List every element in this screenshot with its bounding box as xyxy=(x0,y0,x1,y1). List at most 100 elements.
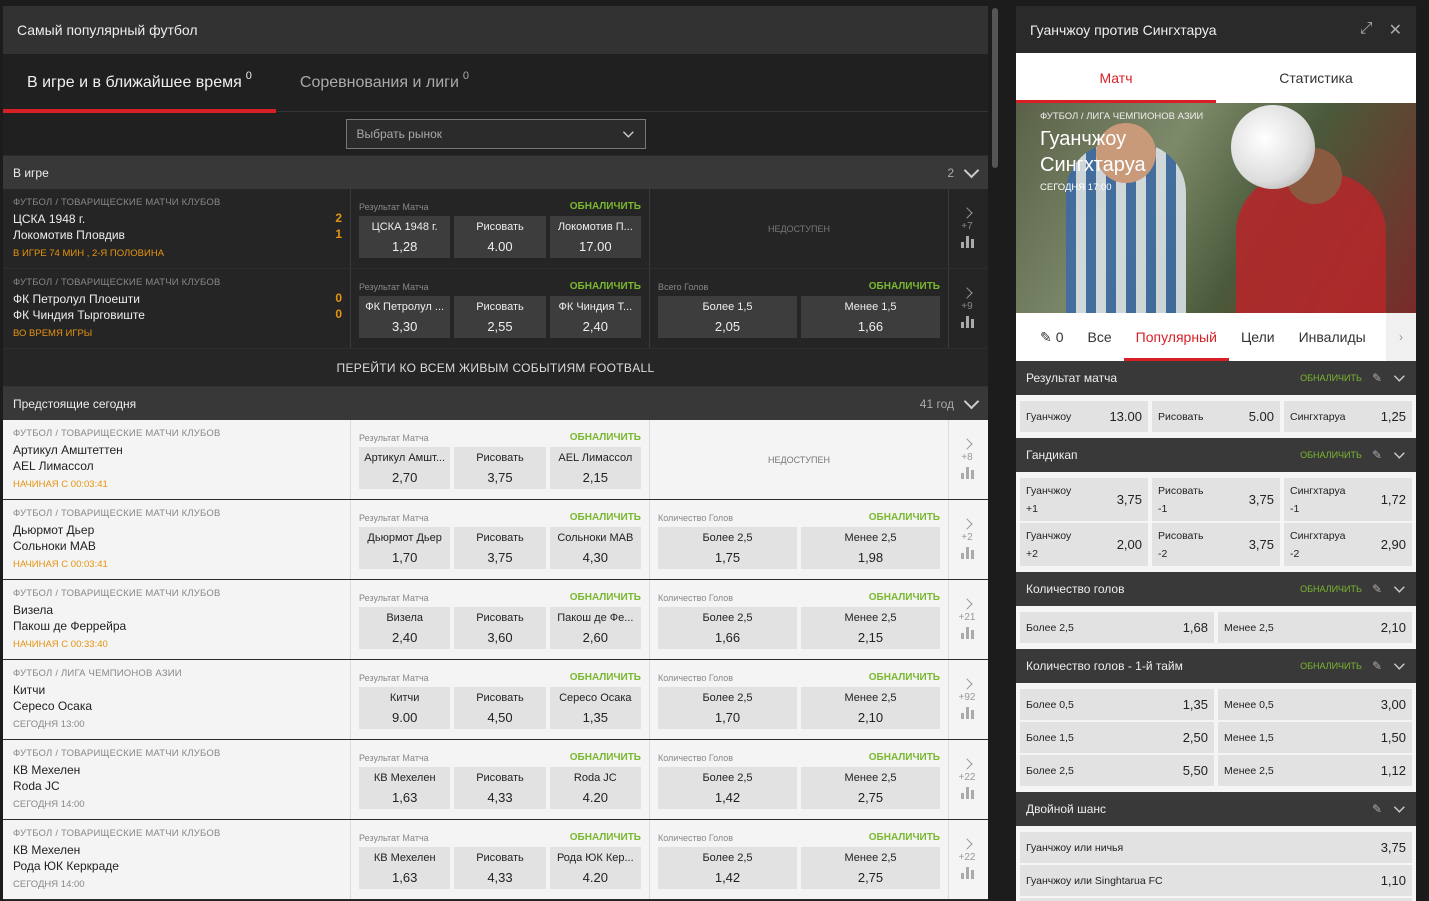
odds-button[interactable]: Более 2,5 1,42 xyxy=(658,847,797,889)
odds-button[interactable]: Менее 1,5 1,50 xyxy=(1218,722,1412,753)
stats-icon[interactable] xyxy=(960,236,974,248)
odds-button[interactable]: Рода ЮК Кер... 4.20 xyxy=(549,847,641,889)
odds-button[interactable]: Более 2,5 5,50 xyxy=(1020,755,1214,786)
event-info[interactable]: ФУТБОЛ / ТОВАРИЩЕСКИЕ МАТЧИ КЛУБОВ КВ Ме… xyxy=(3,820,351,899)
odds-button[interactable]: ФК Чиндия Т... 2,40 xyxy=(549,296,641,338)
event-info[interactable]: ФУТБОЛ / ЛИГА ЧЕМПИОНОВ АЗИИ Китчи Серес… xyxy=(3,660,351,739)
odds-button[interactable]: Пакош де Фе... 2,60 xyxy=(549,607,641,649)
odds-button[interactable]: Менее 2,5 2,10 xyxy=(1218,612,1412,643)
odds-button[interactable]: Более 2,5 1,68 xyxy=(1020,612,1214,643)
odds-button[interactable]: Гуанчжоу +1 3,75 xyxy=(1020,478,1148,521)
more-markets-button[interactable]: +22 xyxy=(949,820,985,899)
odds-button[interactable]: Артикул Амшт... 2,70 xyxy=(359,447,451,489)
more-markets-button[interactable]: +8 xyxy=(949,420,985,499)
tab-popular[interactable]: Популярный xyxy=(1123,313,1230,361)
odds-button[interactable]: Китчи 9.00 xyxy=(359,687,451,729)
odds-button[interactable]: Более 0,5 1,35 xyxy=(1020,689,1214,720)
chevron-right-icon[interactable]: › xyxy=(1386,313,1416,361)
odds-button[interactable]: Менее 2,5 2,15 xyxy=(801,607,940,649)
stats-icon[interactable] xyxy=(960,467,974,479)
more-markets-button[interactable]: +22 xyxy=(949,740,985,819)
odds-button[interactable]: Гуанчжоу +2 2,00 xyxy=(1020,523,1148,566)
odds-button[interactable]: Более 2,5 1,75 xyxy=(658,527,797,569)
odds-button[interactable]: Рисовать -1 3,75 xyxy=(1152,478,1280,521)
odds-button[interactable]: Гуанчжоу 13.00 xyxy=(1020,401,1148,432)
odds-button[interactable]: Рисовать 3,60 xyxy=(454,607,546,649)
stats-icon[interactable] xyxy=(960,627,974,639)
stats-icon[interactable] xyxy=(960,316,974,328)
more-markets-button[interactable]: +9 xyxy=(949,269,985,348)
odds-button[interactable]: Сингхтаруа -1 1,72 xyxy=(1284,478,1412,521)
right-scrollbar[interactable] xyxy=(1419,6,1425,901)
expand-icon[interactable]: ⤢ xyxy=(1360,20,1373,40)
pin-icon[interactable]: ✎ xyxy=(1372,659,1382,673)
odds-button[interactable]: Более 2,5 1,42 xyxy=(658,767,797,809)
more-markets-button[interactable]: +2 xyxy=(949,500,985,579)
odds-button[interactable]: Менее 0,5 3,00 xyxy=(1218,689,1412,720)
odds-button[interactable]: Дьюрмот Дьер 1,70 xyxy=(359,527,451,569)
event-info[interactable]: ФУТБОЛ / ТОВАРИЩЕСКИЕ МАТЧИ КЛУБОВ ЦСКА … xyxy=(3,189,351,268)
tab-in-play[interactable]: В игре и в ближайшее время 0 xyxy=(3,54,276,113)
tab-goals[interactable]: Цели xyxy=(1229,313,1287,361)
odds-button[interactable]: Рисовать 4,50 xyxy=(454,687,546,729)
odds-button[interactable]: Более 2,5 1,66 xyxy=(658,607,797,649)
market-select[interactable]: Выбрать рынок xyxy=(345,118,646,149)
market-section-header[interactable]: Двойной шанс ✎ xyxy=(1016,792,1416,826)
tab-match[interactable]: Матч xyxy=(1016,53,1216,103)
stats-icon[interactable] xyxy=(960,787,974,799)
odds-button[interactable]: Рисовать 2,55 xyxy=(454,296,546,338)
odds-button[interactable]: Менее 2,5 2,75 xyxy=(801,847,940,889)
odds-button[interactable]: Сингхтаруа 1,25 xyxy=(1284,401,1412,432)
odds-button[interactable]: Менее 2,5 1,12 xyxy=(1218,755,1412,786)
more-markets-button[interactable]: +92 xyxy=(949,660,985,739)
odds-button[interactable]: Визела 2,40 xyxy=(359,607,451,649)
more-markets-button[interactable]: +7 xyxy=(949,189,985,268)
tab-handicap[interactable]: Инвалиды xyxy=(1287,313,1378,361)
odds-button[interactable]: Менее 2,5 2,10 xyxy=(801,687,940,729)
event-info[interactable]: ФУТБОЛ / ТОВАРИЩЕСКИЕ МАТЧИ КЛУБОВ ФК Пе… xyxy=(3,269,351,348)
live-section-header[interactable]: В игре 2 xyxy=(3,156,988,189)
odds-button[interactable]: ФК Петролул ... 3,30 xyxy=(359,296,451,338)
odds-button[interactable]: Гуанчжоу или Singhtarua FC 1,10 xyxy=(1020,865,1412,896)
pin-icon[interactable]: ✎ xyxy=(1372,448,1382,462)
odds-button[interactable]: Более 2,5 1,70 xyxy=(658,687,797,729)
market-section-header[interactable]: Гандикап ОБНАЛИЧИТЬ ✎ xyxy=(1016,438,1416,472)
event-info[interactable]: ФУТБОЛ / ТОВАРИЩЕСКИЕ МАТЧИ КЛУБОВ Артик… xyxy=(3,420,351,499)
odds-button[interactable]: AEL Лимассол 2,15 xyxy=(549,447,641,489)
market-section-header[interactable]: Результат матча ОБНАЛИЧИТЬ ✎ xyxy=(1016,361,1416,395)
odds-button[interactable]: Рисовать 5.00 xyxy=(1152,401,1280,432)
odds-button[interactable]: Сингхтаруа -2 2,90 xyxy=(1284,523,1412,566)
odds-button[interactable]: Сольноки MAB 4,30 xyxy=(549,527,641,569)
odds-button[interactable]: Более 1,5 2,05 xyxy=(658,296,797,338)
go-to-live-link[interactable]: ПЕРЕЙТИ КО ВСЕМ ЖИВЫМ СОБЫТИЯМ FOOTBALL xyxy=(3,349,988,387)
odds-button[interactable]: Рисовать 4,33 xyxy=(454,847,546,889)
stats-icon[interactable] xyxy=(960,547,974,559)
odds-button[interactable]: Рисовать -2 3,75 xyxy=(1152,523,1280,566)
tab-pinned[interactable]: ✎ 0 xyxy=(1028,313,1076,361)
odds-button[interactable]: Рисовать 4.00 xyxy=(454,216,546,258)
odds-button[interactable]: Более 1,5 2,50 xyxy=(1020,722,1214,753)
pin-icon[interactable]: ✎ xyxy=(1372,582,1382,596)
odds-button[interactable]: Гуанчжоу или ничья 3,75 xyxy=(1020,832,1412,863)
stats-icon[interactable] xyxy=(960,867,974,879)
tab-competitions[interactable]: Соревнования и лиги 0 xyxy=(276,54,493,112)
pin-icon[interactable]: ✎ xyxy=(1372,802,1382,816)
more-markets-button[interactable]: +21 xyxy=(949,580,985,659)
odds-button[interactable]: Менее 2,5 1,98 xyxy=(801,527,940,569)
odds-button[interactable]: Менее 1,5 1,66 xyxy=(801,296,940,338)
odds-button[interactable]: ЦСКА 1948 г. 1,28 xyxy=(359,216,451,258)
pin-icon[interactable]: ✎ xyxy=(1372,371,1382,385)
scrollbar-thumb[interactable] xyxy=(992,8,998,168)
market-section-header[interactable]: Количество голов ОБНАЛИЧИТЬ ✎ xyxy=(1016,572,1416,606)
event-info[interactable]: ФУТБОЛ / ТОВАРИЩЕСКИЕ МАТЧИ КЛУБОВ КВ Ме… xyxy=(3,740,351,819)
odds-button[interactable]: КВ Мехелен 1,63 xyxy=(359,847,451,889)
market-section-header[interactable]: Количество голов - 1-й тайм ОБНАЛИЧИТЬ ✎ xyxy=(1016,649,1416,683)
odds-button[interactable]: Рисовать 4,33 xyxy=(454,767,546,809)
odds-button[interactable]: Рисовать 3,75 xyxy=(454,527,546,569)
stats-icon[interactable] xyxy=(960,707,974,719)
odds-button[interactable]: Сересо Осака 1,35 xyxy=(549,687,641,729)
odds-button[interactable]: Roda JC 4.20 xyxy=(549,767,641,809)
odds-button[interactable]: Менее 2,5 2,75 xyxy=(801,767,940,809)
upcoming-section-header[interactable]: Предстоящие сегодня 41 год xyxy=(3,387,988,420)
odds-button[interactable]: КВ Мехелен 1,63 xyxy=(359,767,451,809)
